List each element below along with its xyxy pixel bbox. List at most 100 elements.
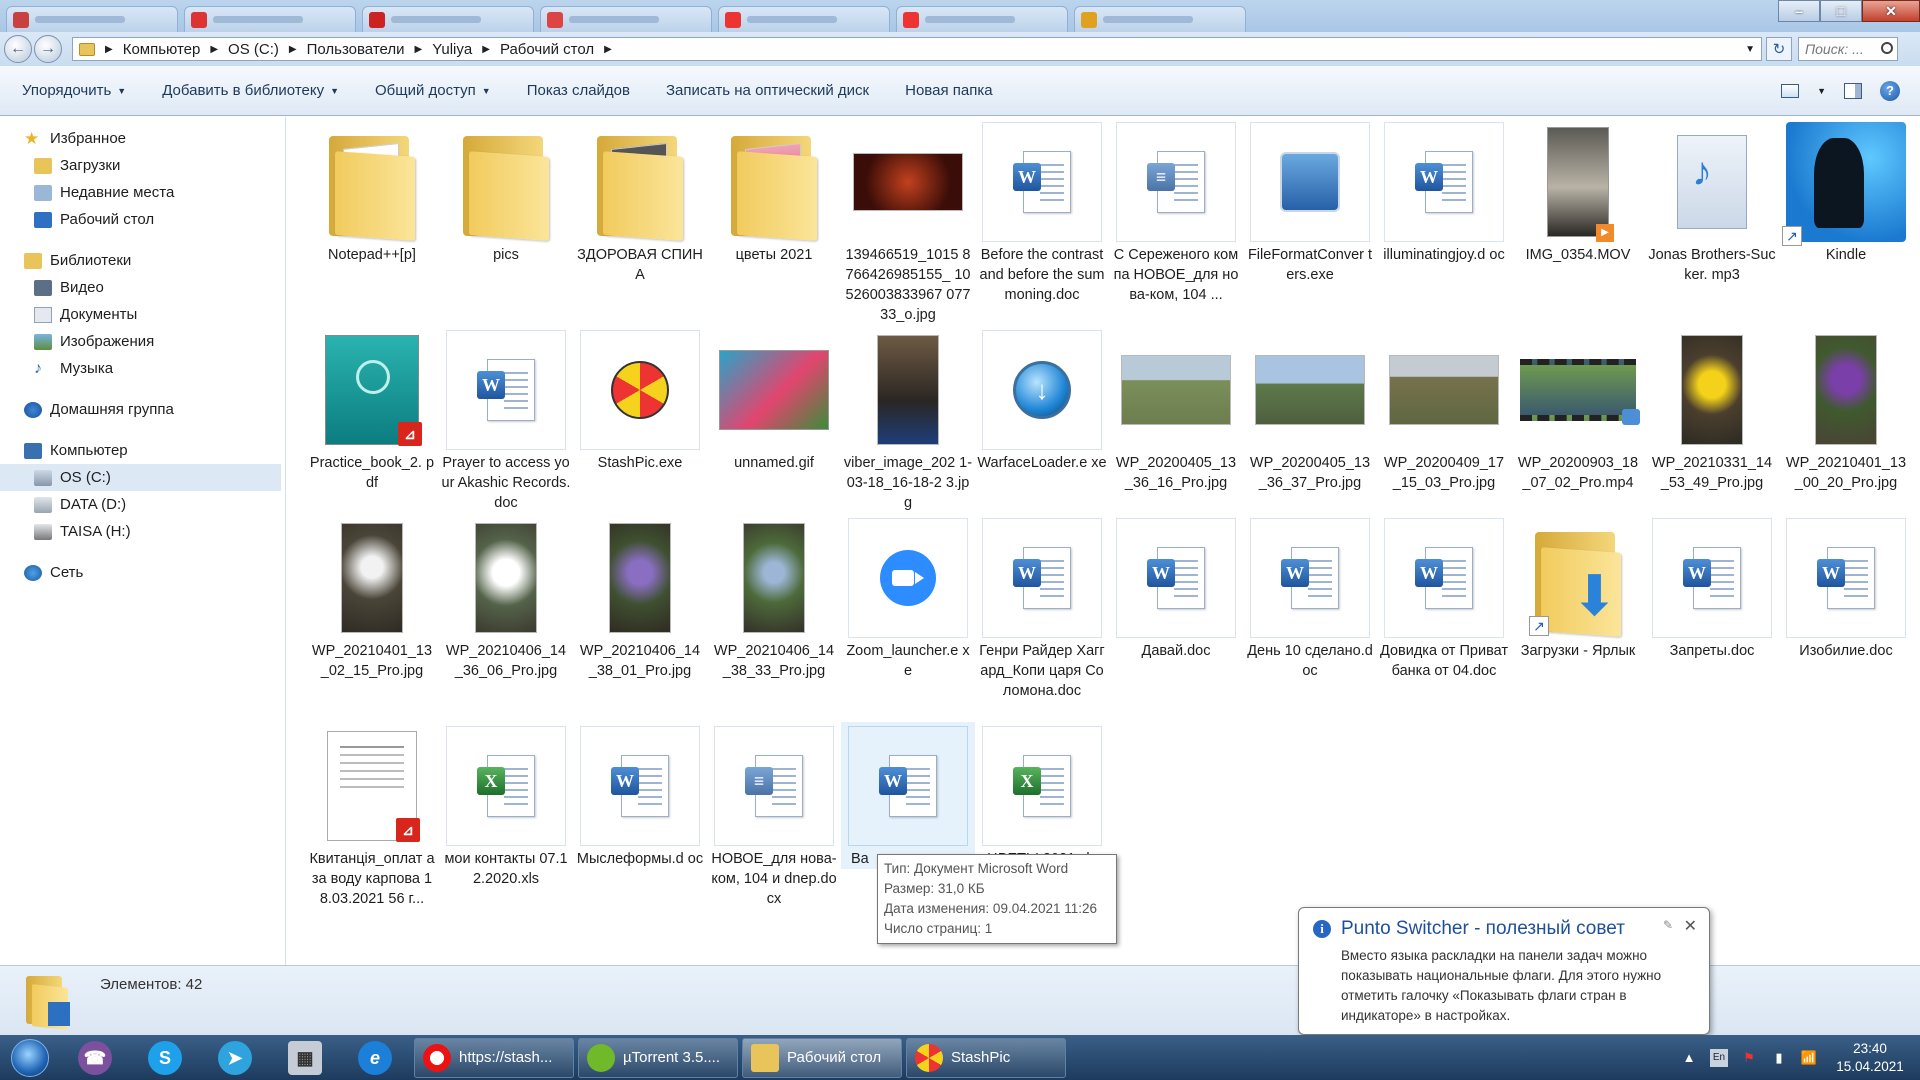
sidebar-item-images[interactable]: Изображения	[0, 328, 285, 355]
file-item[interactable]: WP_20210406_14 _36_06_Pro.jpg	[439, 514, 573, 681]
breadcrumb-desktop[interactable]: Рабочий стол	[500, 41, 594, 58]
sidebar-item-libraries[interactable]: Библиотеки	[0, 247, 285, 274]
browser-tab[interactable]	[540, 6, 712, 32]
file-item[interactable]: W Мыслеформы.d oc	[573, 722, 707, 869]
browser-tab[interactable]	[362, 6, 534, 32]
browser-tab[interactable]	[6, 6, 178, 32]
refresh-button[interactable]: ↻	[1766, 37, 1792, 61]
file-item[interactable]: StashPic.exe	[573, 326, 707, 473]
file-item[interactable]: pics	[439, 118, 573, 265]
file-item[interactable]: viber_image_202 1-03-18_16-18-2 3.jpg	[841, 326, 975, 513]
sidebar-item-video[interactable]: Видео	[0, 274, 285, 301]
file-item[interactable]: WP_20200405_13 _36_16_Pro.jpg	[1109, 326, 1243, 493]
share-menu[interactable]: Общий доступ ▼	[357, 82, 509, 99]
sidebar-item-computer[interactable]: Компьютер	[0, 437, 285, 464]
file-item[interactable]: W Изобилие.doc	[1779, 514, 1913, 661]
caret-down-icon[interactable]: ▼	[1817, 86, 1826, 96]
file-item[interactable]: ♪ Jonas Brothers-Sucker. mp3	[1645, 118, 1779, 285]
new-folder-button[interactable]: Новая папка	[887, 82, 1010, 99]
sidebar-item-drive-c[interactable]: OS (C:)	[0, 464, 281, 491]
file-item[interactable]: WP_20200409_17 _15_03_Pro.jpg	[1377, 326, 1511, 493]
pinned-telegram[interactable]: ➤	[200, 1035, 270, 1080]
sidebar-item-documents[interactable]: Документы	[0, 301, 285, 328]
notification-close-button[interactable]: ✕	[1684, 916, 1697, 936]
organize-menu[interactable]: Упорядочить ▼	[0, 82, 144, 99]
file-item[interactable]: ▶ IMG_0354.MOV	[1511, 118, 1645, 265]
sidebar-item-music[interactable]: ♪ Музыка	[0, 355, 285, 382]
start-button[interactable]	[0, 1035, 60, 1080]
minimize-button[interactable]: –	[1778, 0, 1820, 22]
sidebar-item-downloads[interactable]: Загрузки	[0, 152, 285, 179]
address-bar[interactable]: ▶ Компьютер ▶ OS (C:) ▶ Пользователи ▶ Y…	[72, 37, 1762, 61]
browser-tab[interactable]	[896, 6, 1068, 32]
file-item[interactable]: W День 10 сделано.doc	[1243, 514, 1377, 681]
file-item[interactable]: цветы 2021	[707, 118, 841, 265]
language-indicator-icon[interactable]: En	[1710, 1048, 1728, 1067]
help-icon[interactable]: ?	[1880, 80, 1900, 101]
file-item[interactable]: W Довидка от Приватбанка от 04.doc	[1377, 514, 1511, 681]
sidebar-item-drive-h[interactable]: TAISA (H:)	[0, 518, 285, 545]
pinned-skype[interactable]: S	[130, 1035, 200, 1080]
file-item[interactable]: Notepad++[p]	[305, 118, 439, 265]
show-hidden-icons-icon[interactable]: ▲	[1680, 1049, 1698, 1067]
file-item[interactable]: FileFormatConver ters.exe	[1243, 118, 1377, 285]
file-item[interactable]: ЗДОРОВАЯ СПИНА	[573, 118, 707, 285]
file-item[interactable]: WP_20210406_14 _38_33_Pro.jpg	[707, 514, 841, 681]
browser-tab[interactable]	[184, 6, 356, 32]
file-item[interactable]: W Prayer to access your Akashic Records.…	[439, 326, 573, 513]
breadcrumb-users[interactable]: Пользователи	[307, 41, 405, 58]
maximize-button[interactable]: □	[1820, 0, 1862, 22]
file-item[interactable]: WP_20210331_14 _53_49_Pro.jpg	[1645, 326, 1779, 493]
search-input[interactable]: Поиск: ...	[1798, 37, 1898, 61]
breadcrumb-computer[interactable]: Компьютер	[123, 41, 201, 58]
file-item[interactable]: ⬇ ↗ Загрузки - Ярлык	[1511, 514, 1645, 661]
file-item[interactable]: ⊿ Practice_book_2. pdf	[305, 326, 439, 493]
taskbar-utorrent[interactable]: µTorrent 3.5....	[578, 1037, 738, 1078]
file-item[interactable]: WP_20200405_13 _36_37_Pro.jpg	[1243, 326, 1377, 493]
file-item[interactable]: ↓ WarfaceLoader.e xe	[975, 326, 1109, 473]
add-to-library-menu[interactable]: Добавить в библиотеку ▼	[144, 82, 357, 99]
file-item[interactable]: Zoom_launcher.e xe	[841, 514, 975, 681]
file-item[interactable]: ≡ С Сереженого компа НОВОЕ_для нова-ком,…	[1109, 118, 1243, 305]
pinned-internet-explorer[interactable]: e	[340, 1035, 410, 1080]
file-item[interactable]: X мои контакты 07.12.2020.xls	[439, 722, 573, 889]
file-item[interactable]: W illuminatingjoy.d oc	[1377, 118, 1511, 265]
pinned-viber[interactable]: ☎	[60, 1035, 130, 1080]
sidebar-item-desktop[interactable]: Рабочий стол	[0, 206, 285, 233]
breadcrumb-user[interactable]: Yuliya	[432, 41, 472, 58]
sidebar-item-network[interactable]: Сеть	[0, 559, 285, 586]
file-item[interactable]: X ЦВЕТЫ 2021.xls	[975, 722, 1109, 869]
file-item[interactable]: 139466519_1015 8766426985155_ 1052600383…	[841, 118, 975, 325]
forward-button[interactable]: →	[34, 35, 62, 63]
sidebar-item-drive-d[interactable]: DATA (D:)	[0, 491, 285, 518]
file-item[interactable]: unnamed.gif	[707, 326, 841, 473]
file-item[interactable]: ≡ НОВОЕ_для нова-ком, 104 и dnep.docx	[707, 722, 841, 909]
action-center-flag-icon[interactable]: ⚑	[1740, 1049, 1758, 1067]
sidebar-item-favorites[interactable]: ★ Избранное	[0, 125, 285, 152]
file-item[interactable]: WP_20210401_13 _02_15_Pro.jpg	[305, 514, 439, 681]
file-item[interactable]: ⊿ Квитанція_оплат а за воду карпова 18.0…	[305, 722, 439, 909]
file-item[interactable]: W Генри Райдер Хаггард_Копи царя Соломон…	[975, 514, 1109, 701]
taskbar-explorer[interactable]: Рабочий стол	[742, 1037, 902, 1078]
file-item[interactable]: WP_20210401_13 _00_20_Pro.jpg	[1779, 326, 1913, 493]
clock[interactable]: 23:40 15.04.2021	[1830, 1040, 1910, 1076]
sidebar-item-homegroup[interactable]: Домашняя группа	[0, 396, 285, 423]
preview-pane-icon[interactable]	[1844, 82, 1862, 99]
change-view-icon[interactable]	[1781, 83, 1800, 98]
burn-button[interactable]: Записать на оптический диск	[648, 82, 887, 99]
punto-notification[interactable]: i Punto Switcher - полезный совет ✎ ✕ Вм…	[1298, 907, 1710, 1035]
file-item[interactable]: WP_20210406_14 _38_01_Pro.jpg	[573, 514, 707, 681]
pinned-calculator[interactable]: ▦	[270, 1035, 340, 1080]
chevron-down-icon[interactable]: ▼	[1745, 44, 1755, 55]
file-item[interactable]: W Давай.doc	[1109, 514, 1243, 661]
browser-tab[interactable]	[1074, 6, 1246, 32]
pin-icon[interactable]: ✎	[1663, 918, 1673, 932]
close-button[interactable]: ✕	[1862, 0, 1920, 22]
breadcrumb-drive-c[interactable]: OS (C:)	[228, 41, 279, 58]
sidebar-item-recent[interactable]: Недавние места	[0, 179, 285, 206]
file-item[interactable]: W Запреты.doc	[1645, 514, 1779, 661]
file-item[interactable]: ↗ Kindle	[1779, 118, 1913, 265]
file-item[interactable]: W Before the contrast and before the sum…	[975, 118, 1109, 305]
slideshow-button[interactable]: Показ слайдов	[509, 82, 648, 99]
file-item[interactable]: W Ва	[841, 722, 975, 869]
